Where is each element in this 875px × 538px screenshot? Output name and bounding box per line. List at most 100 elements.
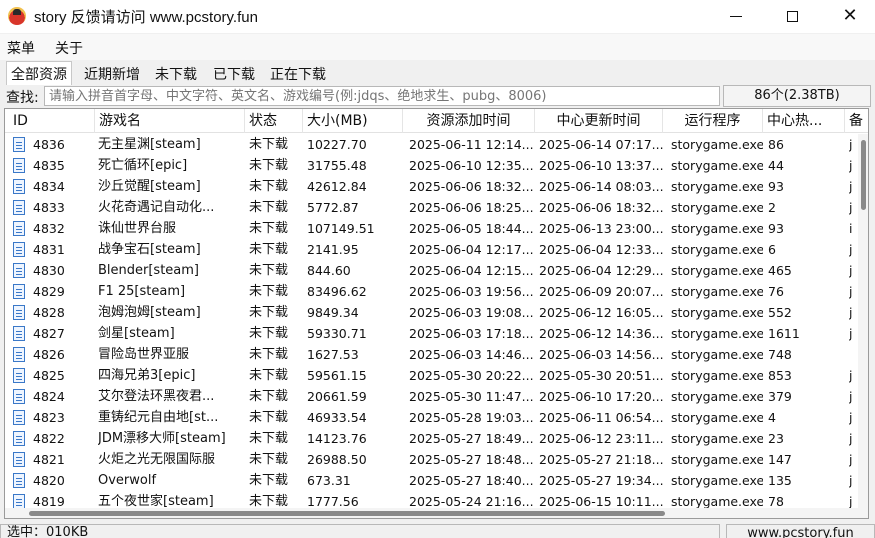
title-bar[interactable]: story 反馈请访问 www.pcstory.fun ✕ xyxy=(0,0,875,33)
table-row[interactable]: 4828 泡姆泡姆[steam] 未下载 9849.34 2025-06-03 19:0… xyxy=(5,302,857,323)
column-header-executable[interactable]: 运行程序 xyxy=(663,109,763,133)
table-row[interactable]: 4823 重铸纪元自由地[st... 未下载 46933.54 2025-05-28 1… xyxy=(5,407,857,428)
vertical-scroll-thumb[interactable] xyxy=(861,140,866,210)
table-row[interactable]: 4827 剑星[steam] 未下载 59330.71 2025-06-03 17:18… xyxy=(5,323,857,344)
cell-executable: storygame.exe xyxy=(671,389,763,404)
table-body: 4836 无主星渊[steam] 未下载 10227.70 2025-06-11 12:… xyxy=(5,134,857,518)
table-row[interactable]: 4825 四海兄弟3[epic] 未下载 59561.15 2025-05-30 20:… xyxy=(5,365,857,386)
cell-size: 673.31 xyxy=(307,473,351,488)
column-header-id[interactable]: ID xyxy=(5,109,95,133)
close-icon: ✕ xyxy=(842,5,858,26)
table-row[interactable]: 4831 战争宝石[steam] 未下载 2141.95 2025-06-04 12:1… xyxy=(5,239,857,260)
cell-id: 4823 xyxy=(33,410,65,425)
column-header-name[interactable]: 游戏名 xyxy=(95,109,245,133)
cell-added-time: 2025-05-28 19:03... xyxy=(409,410,534,425)
cell-id: 4820 xyxy=(33,473,65,488)
close-button[interactable]: ✕ xyxy=(827,0,873,32)
cell-status: 未下载 xyxy=(249,137,289,152)
tab-recently-added[interactable]: 近期新增 xyxy=(80,62,144,84)
search-label: 查找: xyxy=(6,90,39,106)
cell-updated-time: 2025-06-12 14:36... xyxy=(539,326,663,341)
menu-item-menu[interactable]: 菜单 xyxy=(7,38,35,58)
cell-status: 未下载 xyxy=(249,326,289,341)
table-row[interactable]: 4830 Blender[steam] 未下载 844.60 2025-06-04 12… xyxy=(5,260,857,281)
tab-all-resources[interactable]: 全部资源 xyxy=(6,61,72,85)
cell-notes xyxy=(849,344,857,365)
cell-status: 未下载 xyxy=(249,200,289,215)
table-row[interactable]: 4820 Overwolf 未下载 673.31 2025-05-27 18:40...… xyxy=(5,470,857,491)
cell-status: 未下载 xyxy=(249,179,289,194)
column-header-notes[interactable]: 备 xyxy=(845,109,868,133)
column-header-updated-time[interactable]: 中心更新时间 xyxy=(535,109,663,133)
document-icon xyxy=(13,389,25,404)
cell-executable: storygame.exe xyxy=(671,368,763,383)
table-row[interactable]: 4835 死亡循环[epic] 未下载 31755.48 2025-06-10 12:3… xyxy=(5,155,857,176)
cell-updated-time: 2025-06-10 17:20... xyxy=(539,389,663,404)
table-row[interactable]: 4833 火花奇遇记自动化... 未下载 5772.87 2025-06-06 18:2… xyxy=(5,197,857,218)
menu-item-about[interactable]: 关于 xyxy=(55,38,83,58)
horizontal-scrollbar[interactable] xyxy=(5,508,858,518)
cell-id: 4828 xyxy=(33,305,65,320)
game-table: ID 游戏名 状态 大小(MB) 资源添加时间 中心更新时间 运行程序 中心热.… xyxy=(4,108,869,519)
column-header-size[interactable]: 大小(MB) xyxy=(303,109,403,133)
document-icon xyxy=(13,305,25,320)
column-header-status[interactable]: 状态 xyxy=(245,109,303,133)
table-row[interactable]: 4824 艾尔登法环黑夜君... 未下载 20661.59 2025-05-30 11:… xyxy=(5,386,857,407)
vertical-scrollbar[interactable] xyxy=(858,134,868,518)
cell-status: 未下载 xyxy=(249,158,289,173)
cell-notes: j xyxy=(849,200,853,215)
cell-updated-time: 2025-06-09 20:07... xyxy=(539,284,663,299)
tab-not-downloaded[interactable]: 未下载 xyxy=(151,62,201,84)
cell-updated-time: 2025-06-04 12:29... xyxy=(539,263,663,278)
cell-executable: storygame.exe xyxy=(671,326,763,341)
tab-downloading[interactable]: 正在下载 xyxy=(266,62,330,84)
table-row[interactable]: 4822 JDM漂移大师[steam] 未下载 14123.76 2025-05-27 … xyxy=(5,428,857,449)
document-icon xyxy=(13,410,25,425)
cell-name: Blender[steam] xyxy=(98,263,200,278)
document-icon xyxy=(13,368,25,383)
cell-id: 4835 xyxy=(33,158,65,173)
cell-added-time: 2025-05-30 11:47... xyxy=(409,389,534,404)
cell-notes: j xyxy=(849,452,853,467)
cell-name: 泡姆泡姆[steam] xyxy=(98,305,201,320)
maximize-button[interactable] xyxy=(769,0,815,32)
cell-updated-time: 2025-06-12 16:05... xyxy=(539,305,663,320)
cell-executable: storygame.exe xyxy=(671,263,763,278)
cell-id: 4831 xyxy=(33,242,65,257)
cell-name: 重铸纪元自由地[st... xyxy=(98,410,219,425)
cell-notes: j xyxy=(849,242,853,257)
column-header-popularity[interactable]: 中心热... xyxy=(763,109,845,133)
document-icon xyxy=(13,263,25,278)
horizontal-scroll-thumb[interactable] xyxy=(29,511,665,516)
table-header: ID 游戏名 状态 大小(MB) 资源添加时间 中心更新时间 运行程序 中心热.… xyxy=(5,109,868,133)
document-icon xyxy=(13,452,25,467)
table-row[interactable]: 4836 无主星渊[steam] 未下载 10227.70 2025-06-11 12:… xyxy=(5,134,857,155)
cell-added-time: 2025-06-11 12:14... xyxy=(409,137,534,152)
cell-notes: j xyxy=(849,137,853,152)
cell-size: 42612.84 xyxy=(307,179,367,194)
cell-executable: storygame.exe xyxy=(671,242,763,257)
window-title: story 反馈请访问 www.pcstory.fun xyxy=(34,9,258,26)
column-header-added-time[interactable]: 资源添加时间 xyxy=(403,109,535,133)
table-row[interactable]: 4832 诛仙世界台服 未下载 107149.51 2025-06-05 18:44..… xyxy=(5,218,857,239)
document-icon xyxy=(13,326,25,341)
table-row[interactable]: 4826 冒险岛世界亚服 未下载 1627.53 2025-06-03 14:46...… xyxy=(5,344,857,365)
cell-updated-time: 2025-06-06 18:32... xyxy=(539,200,663,215)
tab-downloaded[interactable]: 已下载 xyxy=(209,62,259,84)
cell-executable: storygame.exe xyxy=(671,431,763,446)
cell-size: 5772.87 xyxy=(307,200,359,215)
cell-notes: j xyxy=(849,284,853,299)
minimize-button[interactable] xyxy=(713,0,759,32)
table-row[interactable]: 4829 F1 25[steam] 未下载 83496.62 2025-06-03 19… xyxy=(5,281,857,302)
cell-popularity: 465 xyxy=(768,263,792,278)
cell-id: 4836 xyxy=(33,137,65,152)
table-row[interactable]: 4834 沙丘觉醒[steam] 未下载 42612.84 2025-06-06 18:… xyxy=(5,176,857,197)
cell-name: 死亡循环[epic] xyxy=(98,158,188,173)
menu-bar: 菜单 关于 xyxy=(0,34,875,60)
search-input[interactable] xyxy=(44,86,720,106)
document-icon xyxy=(13,137,25,152)
cell-updated-time: 2025-06-11 06:54... xyxy=(539,410,663,425)
table-row[interactable]: 4821 火炬之光无限国际服 未下载 26988.50 2025-05-27 18:48… xyxy=(5,449,857,470)
cell-added-time: 2025-06-03 17:18... xyxy=(409,326,534,341)
cell-status: 未下载 xyxy=(249,368,289,383)
